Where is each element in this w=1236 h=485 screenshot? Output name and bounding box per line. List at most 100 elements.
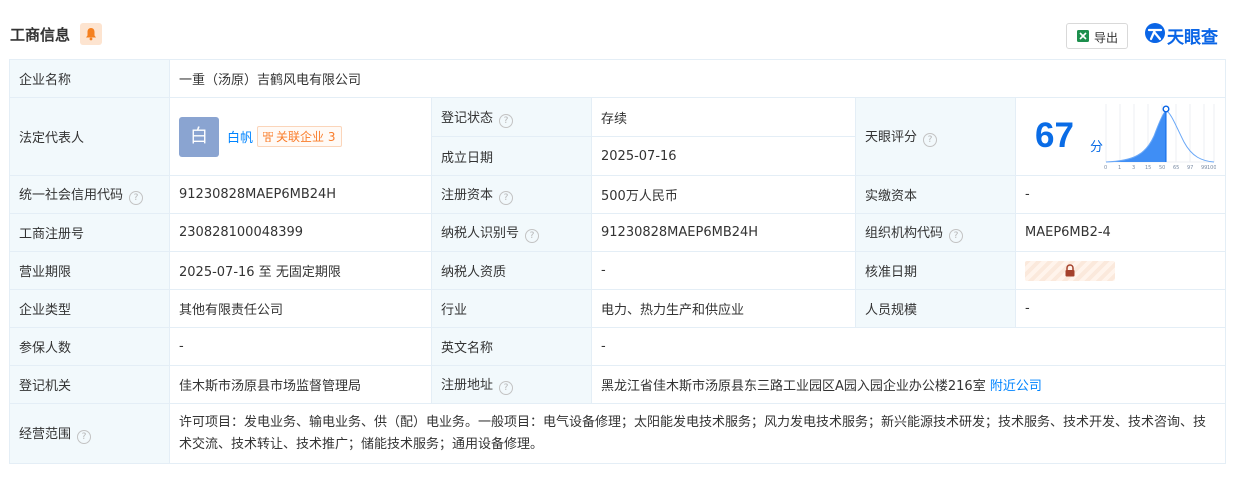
taxpayer-qual-value: -: [591, 251, 856, 290]
locked-value-button[interactable]: [1025, 260, 1115, 281]
reg-status-label-text: 登记状态: [441, 110, 494, 126]
reg-status-value: 存续: [591, 97, 856, 137]
industry-label: 行业: [431, 289, 592, 328]
address-label: 注册地址?: [431, 365, 592, 404]
founded-label: 成立日期: [431, 136, 592, 176]
reg-no-value: 230828100048399: [169, 213, 432, 252]
term-value: 2025-07-16 至 无固定期限: [169, 251, 432, 290]
reg-capital-label: 注册资本?: [431, 175, 592, 214]
related-company-icon: [263, 132, 274, 142]
score-value: 67: [1035, 116, 1074, 155]
insured-value: -: [169, 327, 432, 366]
table-row: 企业名称 一重（汤原）吉鹤风电有限公司: [9, 59, 1226, 98]
legal-rep-name-link[interactable]: 白帆: [227, 131, 253, 146]
reg-capital-value: 500万人民币: [591, 175, 856, 214]
taxpayer-id-label-text: 纳税人识别号: [441, 226, 520, 241]
table-row: 企业类型 其他有限责任公司 行业 电力、热力生产和供应业 人员规模 -: [9, 289, 1226, 328]
authority-label: 登记机关: [9, 365, 170, 404]
staff-size-label: 人员规模: [855, 289, 1016, 328]
excel-icon: [1077, 30, 1089, 42]
reg-no-label: 工商注册号: [9, 213, 170, 252]
brand-logo[interactable]: 天眼查: [1144, 22, 1218, 48]
legal-rep-label: 法定代表人: [9, 97, 170, 176]
table-row: 工商注册号 230828100048399 纳税人识别号? 91230828MA…: [9, 213, 1226, 252]
org-code-label-text: 组织机构代码: [865, 226, 944, 241]
table-row: 经营范围? 许可项目：发电业务、输电业务、供（配）电业务。一般项目：电气设备修理…: [9, 403, 1226, 464]
reg-capital-label-text: 注册资本: [441, 188, 494, 203]
help-icon[interactable]: ?: [129, 191, 144, 205]
help-icon[interactable]: ?: [949, 229, 964, 243]
taxpayer-id-value: 91230828MAEP6MB24H: [591, 213, 856, 252]
section-header: 工商信息 导出 天眼查: [0, 0, 1236, 60]
founded-value: 2025-07-16: [591, 136, 856, 176]
business-info-table: 企业名称 一重（汤原）吉鹤风电有限公司 法定代表人 白白帆 关联企业 3 登记状态…: [9, 59, 1226, 464]
address-text: 黑龙江省佳木斯市汤原县东三路工业园区A园入园企业办公楼216室: [601, 379, 986, 394]
score-tick: 15: [1145, 165, 1151, 171]
score-tick: 100: [1207, 165, 1216, 171]
english-name-value: -: [591, 327, 1226, 366]
score-label-text: 天眼评分: [865, 130, 918, 145]
score-tick: 65: [1173, 165, 1179, 171]
export-label: 导出: [1094, 31, 1119, 45]
score-tick: 97: [1187, 165, 1193, 171]
credit-code-label-text: 统一社会信用代码: [19, 188, 124, 203]
english-name-label: 英文名称: [431, 327, 592, 366]
taxpayer-id-label: 纳税人识别号?: [431, 213, 592, 252]
score-tick: 50: [1159, 165, 1165, 171]
authority-value: 佳木斯市汤原县市场监督管理局: [169, 365, 432, 404]
related-count: 3: [327, 130, 336, 144]
staff-size-value: -: [1015, 289, 1226, 328]
nearby-companies-link[interactable]: 附近公司: [990, 379, 1042, 394]
score-tick: 1: [1118, 165, 1121, 171]
tianyancha-logo-icon: [1145, 23, 1165, 43]
address-label-text: 注册地址: [441, 378, 494, 393]
related-companies-badge[interactable]: 关联企业 3: [257, 126, 342, 147]
help-icon[interactable]: ?: [499, 381, 514, 395]
table-row: 营业期限 2025-07-16 至 无固定期限 纳税人资质 - 核准日期: [9, 251, 1226, 290]
help-icon[interactable]: ?: [499, 191, 514, 205]
insured-label: 参保人数: [9, 327, 170, 366]
score-tick: 3: [1132, 165, 1135, 171]
reg-status-label: 登记状态?: [431, 97, 592, 137]
paid-capital-value: -: [1015, 175, 1226, 214]
org-code-value: MAEP6MB2-4: [1015, 213, 1226, 252]
help-icon[interactable]: ?: [923, 133, 938, 147]
score-label: 天眼评分?: [855, 97, 1016, 176]
bell-icon[interactable]: [80, 23, 102, 45]
export-button[interactable]: 导出: [1066, 23, 1128, 49]
score-unit: 分: [1090, 140, 1104, 155]
legal-rep-cell: 白白帆 关联企业 3: [169, 97, 432, 176]
scope-label-text: 经营范围: [19, 427, 72, 442]
company-type-value: 其他有限责任公司: [169, 289, 432, 328]
credit-code-label: 统一社会信用代码?: [9, 175, 170, 214]
table-row: 参保人数 - 英文名称 -: [9, 327, 1226, 366]
help-icon[interactable]: ?: [525, 229, 540, 243]
approval-date-label: 核准日期: [855, 251, 1016, 290]
help-icon[interactable]: ?: [499, 113, 514, 128]
credit-code-value: 91230828MAEP6MB24H: [169, 175, 432, 214]
avatar[interactable]: 白: [179, 116, 219, 157]
address-value: 黑龙江省佳木斯市汤原县东三路工业园区A园入园企业办公楼216室 附近公司: [591, 365, 1226, 404]
paid-capital-label: 实缴资本: [855, 175, 1016, 214]
term-label: 营业期限: [9, 251, 170, 290]
lock-icon: [1065, 263, 1075, 276]
score-distribution-chart: 0 1 3 15 50 65 97 99 100: [1104, 104, 1216, 171]
help-icon[interactable]: ?: [77, 430, 92, 444]
section-title: 工商信息: [10, 26, 71, 44]
scope-label: 经营范围?: [9, 403, 170, 464]
table-row: 登记机关 佳木斯市汤原县市场监督管理局 注册地址? 黑龙江省佳木斯市汤原县东三路…: [9, 365, 1226, 404]
approval-date-value: [1015, 251, 1226, 290]
score-tick: 0: [1104, 165, 1107, 171]
taxpayer-qual-label: 纳税人资质: [431, 251, 592, 290]
related-label: 关联企业: [276, 130, 325, 144]
org-code-label: 组织机构代码?: [855, 213, 1016, 252]
company-name-label: 企业名称: [9, 59, 170, 98]
score-cell[interactable]: 67 分 0 1 3 15 50 65 97 99 100: [1015, 97, 1226, 176]
industry-value: 电力、热力生产和供应业: [591, 289, 856, 328]
table-row: 法定代表人 白白帆关联企业 3 登记状态? 存续 天眼评分? 67 分 0 1: [9, 97, 1226, 176]
table-row: 统一社会信用代码? 91230828MAEP6MB24H 注册资本? 500万人…: [9, 175, 1226, 214]
brand-name: 天眼查: [1167, 28, 1218, 48]
company-type-label: 企业类型: [9, 289, 170, 328]
scope-value: 许可项目：发电业务、输电业务、供（配）电业务。一般项目：电气设备修理；太阳能发电…: [169, 403, 1226, 464]
company-name-value: 一重（汤原）吉鹤风电有限公司: [169, 59, 1226, 98]
